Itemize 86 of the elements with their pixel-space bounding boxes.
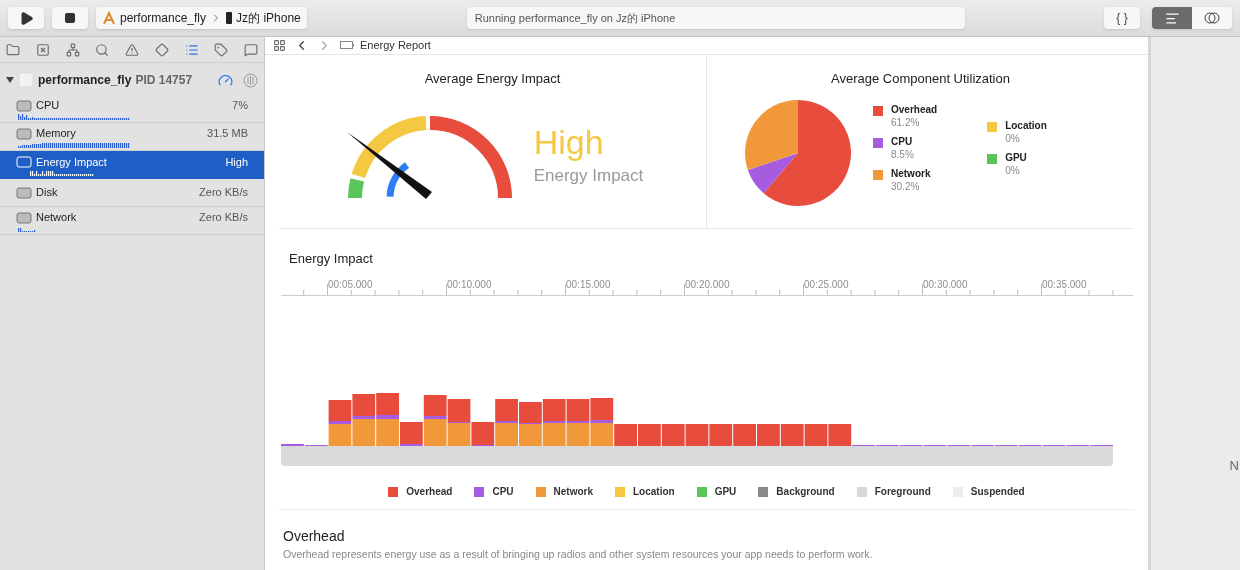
gauge-value: 7%	[232, 98, 248, 114]
striped-circle-icon[interactable]	[243, 72, 258, 88]
legend-value: 0%	[1005, 132, 1021, 145]
phone-icon	[226, 12, 233, 24]
legend-label: Overhead	[406, 485, 453, 499]
square-x-icon[interactable]	[35, 42, 50, 57]
code-review-button[interactable]: { }	[1104, 7, 1140, 29]
time-label: 00:35.000	[1041, 280, 1087, 290]
gauge-value: Zero KB/s	[199, 185, 248, 201]
hierarchy-icon[interactable]	[65, 42, 80, 57]
gauge-row[interactable]: Disk Zero KB/s	[0, 179, 264, 207]
gauge-row[interactable]: CPU 7%	[0, 95, 264, 123]
legend-label: Background	[776, 485, 835, 499]
legend-label: GPU	[1005, 152, 1027, 165]
gauge-row[interactable]: Energy Impact High	[0, 151, 264, 179]
disclosure-triangle-icon[interactable]	[6, 76, 14, 84]
section-description: Overhead represents energy use as a result of bringing up radios and other system resources your app needs to perform work.	[283, 547, 874, 562]
process-pid: PID 14757	[135, 72, 193, 89]
gauge-value: Zero KB/s	[199, 210, 248, 226]
assistant-mode-tab[interactable]	[1192, 7, 1232, 29]
play-icon	[18, 10, 34, 26]
gauge-row-icon	[16, 156, 32, 168]
section-heading: Overhead	[283, 527, 346, 546]
lines-icon	[1164, 10, 1180, 26]
gauge-name: Network	[36, 210, 77, 226]
gauge-row-icon	[16, 186, 32, 199]
time-label: 00:15.000	[565, 280, 611, 290]
legend-label: Foreground	[874, 485, 931, 499]
gauge-row-icon	[16, 127, 32, 140]
time-label: 00:10.000	[446, 280, 492, 290]
legend-value: 61.2%	[891, 116, 921, 129]
grid-icon[interactable]	[273, 38, 286, 52]
diamond-icon[interactable]	[154, 42, 169, 57]
app-icon	[18, 72, 34, 88]
folder-icon[interactable]	[6, 42, 20, 57]
sparkline-drawing	[30, 170, 94, 177]
hammer-app-icon	[102, 11, 116, 25]
inspector-text: N	[1229, 457, 1240, 475]
time-label: 00:30.000	[922, 280, 968, 290]
gauge-name: Memory	[36, 126, 76, 142]
section-title: Energy Impact	[289, 249, 374, 268]
gauge-row-icon	[16, 211, 32, 224]
legend-label: CPU	[492, 485, 514, 499]
gauge-icon[interactable]	[218, 72, 233, 88]
stop-button[interactable]	[52, 7, 88, 29]
gauge-row[interactable]: Network Zero KB/s	[0, 207, 264, 235]
legend-label: Network	[553, 485, 593, 499]
legend-label: Network	[891, 168, 931, 181]
energy-caption: Energy Impact	[533, 164, 644, 187]
section-title: Average Energy Impact	[424, 69, 561, 88]
scheme-selector[interactable]: performance_fly Jz的 iPhone	[96, 7, 307, 29]
gauge-name: Energy Impact	[36, 154, 107, 170]
legend-label: Location	[633, 485, 675, 499]
legend-label: CPU	[891, 136, 914, 149]
chat-icon[interactable]	[244, 42, 258, 57]
section-title: Average Component Utilization	[831, 69, 1010, 88]
editor-mode-tab[interactable]	[1152, 7, 1192, 29]
energy-rating: High	[533, 124, 605, 159]
warning-icon[interactable]	[125, 42, 139, 57]
gauge-name: CPU	[36, 98, 60, 114]
gauge-name: Disk	[36, 185, 58, 201]
run-button[interactable]	[8, 7, 44, 29]
legend-value: 8.5%	[891, 148, 914, 161]
gauge-value: 31.5 MB	[207, 126, 248, 142]
legend-label: Suspended	[970, 485, 1025, 499]
list-icon[interactable]	[184, 42, 199, 57]
sparkline-drawing	[18, 225, 36, 232]
process-name: performance_fly	[38, 72, 132, 89]
gauge-value: High	[225, 154, 248, 170]
time-label: 00:25.000	[803, 280, 849, 290]
battery-icon	[340, 41, 354, 50]
legend-value: 30.2%	[891, 180, 921, 193]
legend-value: 0%	[1005, 164, 1021, 177]
legend-label: Overhead	[891, 104, 938, 117]
legend-label: Location	[1005, 120, 1047, 133]
status-field: Running performance_fly on Jz的 iPhone	[466, 7, 965, 29]
overlapping-circles-icon	[1204, 11, 1220, 25]
timeline-scrollbar[interactable]	[281, 446, 1113, 466]
breadcrumb-label[interactable]: Energy Report	[360, 37, 431, 54]
stop-icon	[64, 12, 76, 24]
time-label: 00:05.000	[327, 280, 373, 290]
legend-label: GPU	[714, 485, 737, 499]
gauge-row-icon	[16, 99, 32, 112]
search-icon[interactable]	[95, 42, 110, 57]
time-label: 00:20.000	[684, 280, 730, 290]
tag-icon[interactable]	[214, 42, 229, 57]
